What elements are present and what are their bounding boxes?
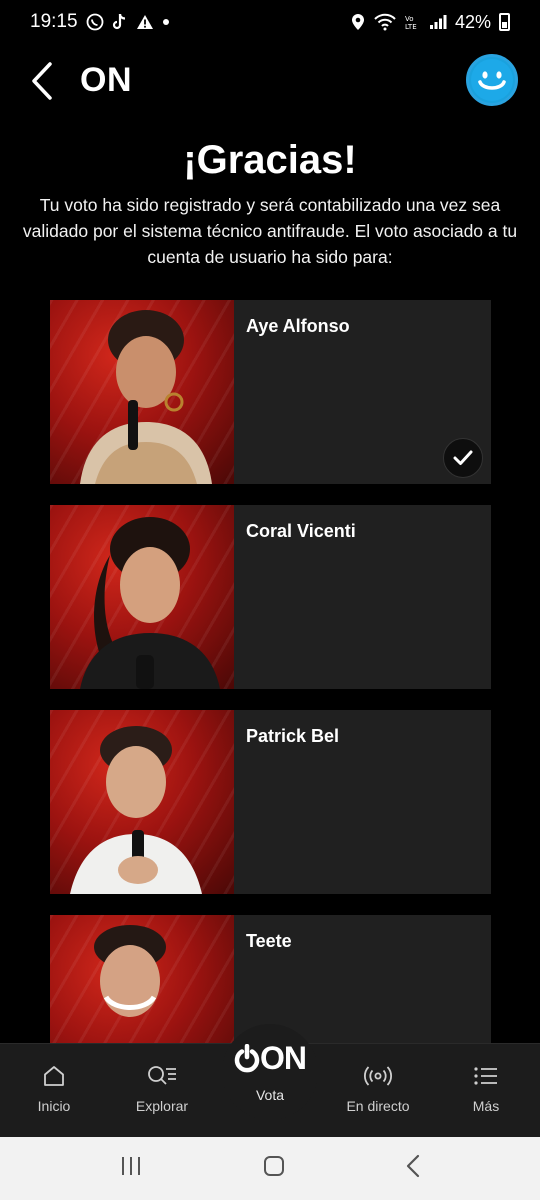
system-back-icon <box>406 1154 419 1178</box>
chevron-left-icon <box>32 62 52 100</box>
status-bar: 19:15 Vo LTE 42% <box>0 0 540 44</box>
system-navigation-bar <box>0 1137 540 1200</box>
recent-apps-button[interactable] <box>119 1155 143 1182</box>
on-logo-text: ON <box>260 1040 307 1076</box>
candidate-name: Patrick Bel <box>246 726 340 746</box>
bottom-navigation: Inicio Explorar ON Vota En directo Más <box>0 1024 540 1137</box>
candidate-photo <box>50 300 234 484</box>
svg-text:LTE: LTE <box>405 23 417 31</box>
nav-item-en-directo[interactable]: En directo <box>324 1044 432 1137</box>
nav-label: En directo <box>346 1098 410 1114</box>
candidate-name: Coral Vicenti <box>246 521 356 541</box>
battery-percent: 42% <box>454 11 491 32</box>
nav-item-inicio[interactable]: Inicio <box>0 1044 108 1137</box>
live-icon <box>364 1066 392 1086</box>
candidate-card[interactable]: Aye Alfonso <box>50 300 491 484</box>
nav-label: Explorar <box>135 1098 189 1114</box>
notification-dot-icon <box>162 18 170 26</box>
recent-apps-icon <box>122 1157 141 1175</box>
warning-icon <box>136 14 154 30</box>
explore-icon <box>148 1066 176 1085</box>
nav-item-explorar[interactable]: Explorar <box>108 1044 216 1137</box>
nav-item-mas[interactable]: Más <box>432 1044 540 1137</box>
home-square-icon <box>263 1156 284 1176</box>
thanks-title: ¡Gracias! <box>183 138 357 182</box>
on-logo-icon: ON <box>234 1040 307 1077</box>
profile-avatar-button[interactable] <box>466 54 518 106</box>
candidate-list: Aye Alfonso Coral Vicenti Patrick Bel Te… <box>50 300 491 1120</box>
status-time: 19:15 <box>30 11 78 32</box>
check-icon <box>443 438 483 478</box>
nav-item-vota[interactable]: ON Vota <box>216 1024 324 1137</box>
nav-label: Inicio <box>37 1098 71 1114</box>
battery-icon <box>499 13 510 31</box>
vote-confirmation-message: Tu voto ha sido registrado y será contab… <box>22 195 518 267</box>
menu-icon <box>474 1067 497 1085</box>
nav-label: Más <box>472 1098 500 1114</box>
wifi-icon <box>373 13 397 31</box>
nav-label: Vota <box>255 1087 285 1103</box>
tiktok-icon <box>112 13 128 31</box>
vote-button[interactable]: ON Vota <box>222 1024 318 1120</box>
app-header: ON <box>0 44 540 118</box>
location-icon <box>351 13 365 31</box>
smiley-avatar-icon <box>471 59 513 101</box>
page-title: ON <box>80 61 132 99</box>
system-back-button[interactable] <box>405 1154 421 1183</box>
candidate-name: Aye Alfonso <box>246 316 350 336</box>
home-button[interactable] <box>262 1154 286 1183</box>
candidate-name: Teete <box>246 931 292 951</box>
whatsapp-icon <box>86 13 104 31</box>
candidate-card[interactable]: Coral Vicenti <box>50 505 491 689</box>
home-icon <box>44 1066 64 1086</box>
back-button[interactable] <box>22 58 62 104</box>
candidate-card[interactable]: Patrick Bel <box>50 710 491 894</box>
candidate-photo <box>50 710 234 894</box>
candidate-photo <box>50 505 234 689</box>
volte-icon: Vo LTE <box>405 13 421 31</box>
svg-text:Vo: Vo <box>405 15 414 23</box>
signal-icon <box>429 14 447 30</box>
